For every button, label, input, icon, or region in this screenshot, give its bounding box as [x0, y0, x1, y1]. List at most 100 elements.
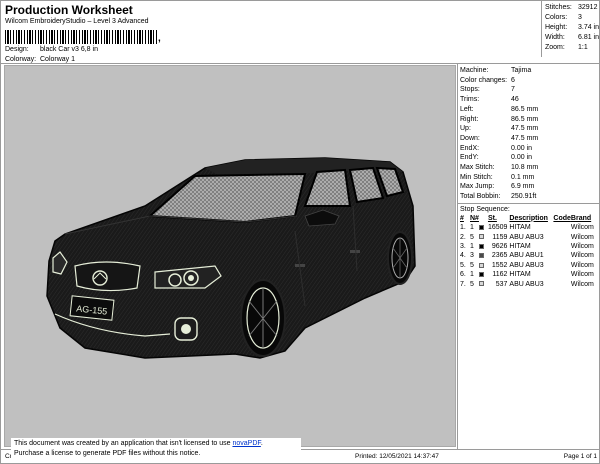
notice-text: This document was created by an applicat…	[14, 440, 233, 447]
color-swatch	[478, 262, 484, 268]
row-swatch	[478, 223, 488, 232]
table-row: 4. 3 2365 ABU ABU1 Wilcom	[460, 251, 600, 260]
row-stitches: 16509	[487, 224, 508, 232]
row-needle: 5	[470, 233, 474, 241]
row-swatch	[478, 251, 488, 260]
row-code	[553, 261, 571, 270]
stat-value: 86.5 mm	[511, 115, 539, 123]
stat-value: 0.1 mm	[511, 173, 535, 181]
row-code	[553, 233, 571, 242]
stat-key: Down:	[460, 134, 480, 142]
row-brand: Wilcom	[570, 224, 594, 232]
stat-key: Machine:	[460, 67, 489, 74]
row-swatch	[478, 280, 488, 289]
summary-key: Zoom:	[545, 44, 565, 51]
stat-value: 47.5 mm	[511, 134, 539, 142]
row-description: HITAM	[509, 271, 531, 279]
stop-sequence-title: Stop Sequence:	[458, 202, 600, 214]
stat-row: Up: 47.5 mm	[460, 124, 600, 134]
front-wheel	[240, 279, 286, 357]
stat-row: Left: 86.5 mm	[460, 105, 600, 115]
stat-key: Trims:	[460, 96, 480, 104]
row-index: 5.	[460, 261, 466, 269]
stat-key: Total Bobbin:	[460, 193, 501, 201]
row-brand: Wilcom	[570, 271, 594, 279]
stat-key: Color changes:	[460, 76, 508, 84]
col-header-swatch	[479, 214, 488, 223]
stat-value: 6.9 mm	[511, 183, 535, 191]
row-stitches: 1552	[491, 261, 508, 269]
stat-value: 86.5 mm	[511, 105, 539, 113]
barcode-suffix: ,	[158, 33, 161, 44]
table-row: 1. 1 16509 HITAM Wilcom	[460, 223, 600, 232]
summary-row: Width: 6.81 in	[545, 33, 599, 43]
row-needle: 1	[470, 224, 474, 232]
color-swatch	[478, 281, 484, 287]
novapdf-link[interactable]: novaPDF	[232, 440, 260, 447]
design-preview: AG-155	[4, 65, 456, 447]
design-label: Design:	[5, 46, 29, 53]
summary-key: Height:	[545, 24, 568, 31]
col-header-description: Description	[509, 214, 548, 222]
stat-row: Max Stitch: 10.8 mm	[460, 163, 600, 173]
table-row: 3. 1 9626 HITAM Wilcom	[460, 242, 600, 251]
door-handle	[350, 250, 360, 253]
row-index: 7.	[460, 280, 466, 288]
row-index: 1.	[460, 224, 466, 232]
stat-value: Tajima	[511, 67, 532, 74]
stat-value: 6	[511, 76, 515, 84]
stat-value: 7	[511, 86, 515, 94]
row-code	[553, 223, 571, 232]
summary-row: Stitches: 32912	[545, 3, 599, 13]
color-swatch	[478, 271, 484, 277]
stat-row: Stops: 7	[460, 85, 600, 95]
col-header-stitches: St.	[487, 214, 497, 222]
stat-key: EndY:	[460, 154, 479, 162]
row-code	[553, 270, 571, 279]
stat-key: Right:	[460, 115, 479, 123]
summary-value: 6.81 in	[577, 34, 600, 41]
table-row: 6. 1 1162 HITAM Wilcom	[460, 270, 600, 279]
design-row: Design: black Car v3 6,8 in	[5, 45, 540, 54]
stat-row: Down: 47.5 mm	[460, 134, 600, 144]
summary-key: Stitches:	[545, 4, 572, 11]
summary-row: Zoom: 1:1	[545, 43, 599, 53]
header-left: Production Worksheet Wilcom EmbroiderySt…	[5, 3, 540, 64]
col-header-code: Code	[553, 214, 571, 222]
stat-row: Total Bobbin: 250.91ft	[460, 192, 600, 202]
table-header-row: # N# St. Description Code Brand	[460, 214, 600, 223]
row-needle: 5	[470, 280, 474, 288]
stat-key: Up:	[460, 125, 471, 133]
row-description: ABU ABU3	[509, 280, 544, 288]
summary-value: 3.74 in	[577, 24, 600, 31]
stat-value: 0.00 in	[511, 144, 533, 152]
row-stitches: 2365	[491, 252, 508, 260]
stat-row: EndX: 0.00 in	[460, 144, 600, 154]
summary-box: Stitches: 32912 Colors: 3 Height: 3.74 in W…	[541, 1, 600, 57]
stat-row: Max Jump: 6.9 mm	[460, 182, 600, 192]
color-swatch	[478, 243, 484, 249]
stat-key: Max Stitch:	[460, 164, 495, 172]
stat-key: EndX:	[460, 144, 480, 152]
row-description: ABU ABU3	[509, 261, 544, 269]
row-needle: 3	[470, 252, 474, 260]
summary-row: Colors: 3	[545, 13, 599, 23]
stat-key: Max Jump:	[460, 183, 495, 191]
row-needle: 1	[470, 243, 474, 251]
notice-line-2: Purchase a license to generate PDF files…	[14, 450, 201, 457]
row-index: 2.	[460, 233, 466, 241]
col-header-needle: N#	[470, 214, 479, 222]
row-swatch	[478, 242, 488, 251]
color-swatch	[478, 253, 484, 259]
row-stitches: 9626	[491, 243, 508, 251]
page-title: Production Worksheet	[5, 3, 133, 17]
stat-key: Min Stitch:	[460, 173, 493, 181]
machine-stats: Machine: Tajima Color changes: 6 Stops: 7 T…	[458, 64, 600, 202]
row-brand: Wilcom	[570, 252, 594, 260]
row-index: 6.	[460, 271, 466, 279]
stat-row: Machine: Tajima	[460, 66, 600, 76]
row-swatch	[478, 270, 488, 279]
table-row: 7. 5 537 ABU ABU3 Wilcom	[460, 280, 600, 289]
row-stitches: 1162	[492, 271, 508, 279]
color-swatch	[478, 234, 484, 240]
